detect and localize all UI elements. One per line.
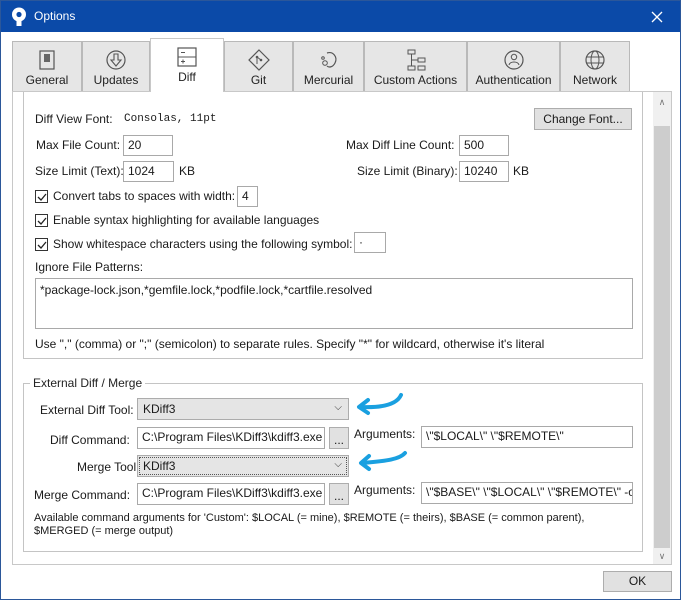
ok-button[interactable]: OK — [603, 571, 672, 592]
diff-icon — [177, 47, 197, 67]
tab-general[interactable]: General — [12, 41, 82, 91]
globe-icon — [585, 50, 605, 70]
sourcetree-logo-icon — [12, 7, 26, 26]
diff-command-label: Diff Command: — [50, 433, 130, 447]
merge-tool-label: Merge Tool: — [77, 460, 140, 474]
arguments-hint-line1: Available command arguments for 'Custom'… — [34, 512, 585, 524]
vertical-scrollbar[interactable]: ∧ ∨ — [653, 92, 671, 564]
tab-updates[interactable]: Updates — [82, 41, 150, 91]
annotation-arrow-icon — [359, 451, 407, 471]
diff-command-input[interactable]: C:\Program Files\KDiff3\kdiff3.exe — [137, 427, 325, 449]
diff-arguments-label: Arguments: — [354, 427, 416, 441]
arguments-hint-line2: $MERGED (= merge output) — [34, 525, 174, 537]
external-diff-tool-select[interactable]: KDiff3 ⌵ — [137, 398, 349, 420]
scroll-down-arrow-icon[interactable]: ∨ — [653, 548, 671, 564]
show-whitespace-label: Show whitespace characters using the fol… — [53, 237, 353, 251]
convert-tabs-checkbox[interactable] — [35, 189, 48, 203]
diff-command-browse-button[interactable]: ... — [329, 427, 349, 449]
merge-arguments-input[interactable]: \"$BASE\" \"$LOCAL\" \"$REMOTE\" -o — [421, 482, 633, 504]
chevron-down-icon: ⌵ — [334, 459, 342, 470]
merge-tool-select[interactable]: KDiff3 ⌵ — [137, 455, 349, 477]
ignore-patterns-hint: Use "," (comma) or ";" (semicolon) to se… — [35, 337, 545, 351]
group-title: External Diff / Merge — [30, 376, 146, 390]
size-limit-text-unit: KB — [179, 164, 196, 178]
diff-view-font-value: Consolas, 11pt — [124, 113, 217, 125]
selected-value: KDiff3 — [143, 459, 176, 473]
size-limit-binary-unit: KB — [513, 164, 530, 178]
mercurial-icon — [320, 52, 336, 68]
diff-settings-panel: Internal Diff View Diff View Font: Conso… — [12, 91, 672, 565]
diff-view-font-label: Diff View Font: — [35, 112, 113, 126]
merge-command-browse-button[interactable]: ... — [329, 483, 349, 505]
external-diff-tool-label: External Diff Tool: — [40, 403, 134, 417]
checkmark-icon — [37, 193, 47, 201]
convert-tabs-label: Convert tabs to spaces with width: — [53, 189, 236, 203]
size-limit-text-input[interactable]: 1024 — [123, 161, 174, 182]
switch-icon — [39, 50, 55, 70]
checkmark-icon — [37, 217, 47, 225]
close-icon — [651, 11, 663, 22]
tab-label: Custom Actions — [373, 73, 458, 87]
change-font-button[interactable]: Change Font... — [534, 108, 632, 130]
chevron-down-icon: ⌵ — [334, 402, 342, 413]
tab-custom-actions[interactable]: Custom Actions — [364, 41, 467, 91]
max-file-count-input[interactable]: 20 — [123, 135, 173, 156]
merge-command-input[interactable]: C:\Program Files\KDiff3\kdiff3.exe — [137, 483, 325, 505]
tab-mercurial[interactable]: Mercurial — [293, 41, 364, 91]
options-window: Options General Updates Diff Git Mercuri… — [0, 0, 681, 600]
tab-label: Updates — [93, 73, 139, 87]
convert-tabs-row: Convert tabs to spaces with width: — [35, 189, 235, 203]
max-diff-line-count-label: Max Diff Line Count: — [346, 138, 455, 152]
merge-arguments-label: Arguments: — [354, 483, 416, 497]
close-button[interactable] — [634, 1, 680, 32]
syntax-highlighting-row: Enable syntax highlighting for available… — [35, 213, 319, 227]
syntax-highlighting-checkbox[interactable] — [35, 213, 48, 227]
tab-label: Diff — [178, 70, 196, 84]
title-bar: Options — [1, 1, 680, 32]
tab-label: Mercurial — [303, 73, 354, 87]
show-whitespace-checkbox[interactable] — [35, 237, 48, 251]
scrollbar-thumb[interactable] — [654, 126, 670, 548]
scroll-up-arrow-icon[interactable]: ∧ — [653, 94, 671, 110]
user-circle-icon — [503, 50, 524, 70]
tab-label: Git — [250, 73, 267, 87]
window-title: Options — [34, 9, 76, 23]
whitespace-symbol-input[interactable]: · — [354, 232, 386, 253]
size-limit-binary-input[interactable]: 10240 — [459, 161, 509, 182]
annotation-arrow-icon — [357, 393, 403, 415]
tab-git[interactable]: Git — [224, 41, 293, 91]
max-file-count-label: Max File Count: — [36, 138, 121, 152]
tab-label: Authentication — [475, 73, 552, 87]
git-icon — [247, 49, 270, 71]
diff-arguments-input[interactable]: \"$LOCAL\" \"$REMOTE\" — [421, 426, 633, 448]
tab-network[interactable]: Network — [560, 41, 630, 91]
group-title: Internal Diff View — [30, 92, 127, 94]
selected-value: KDiff3 — [143, 402, 176, 416]
flowchart-icon — [407, 49, 425, 71]
max-diff-line-count-input[interactable]: 500 — [459, 135, 509, 156]
syntax-highlighting-label: Enable syntax highlighting for available… — [53, 213, 320, 227]
tab-label: General — [25, 73, 69, 87]
show-whitespace-row: Show whitespace characters using the fol… — [35, 237, 352, 251]
tab-diff[interactable]: Diff — [150, 38, 224, 92]
ignore-patterns-textarea[interactable]: *package-lock.json,*gemfile.lock,*podfil… — [35, 278, 633, 329]
download-circle-icon — [106, 50, 126, 70]
ignore-patterns-label: Ignore File Patterns: — [35, 260, 144, 274]
tab-authentication[interactable]: Authentication — [467, 41, 560, 91]
tab-width-input[interactable]: 4 — [237, 186, 258, 207]
checkmark-icon — [37, 241, 47, 249]
size-limit-text-label: Size Limit (Text): — [35, 164, 124, 178]
merge-command-label: Merge Command: — [34, 488, 131, 502]
tab-label: Network — [572, 73, 617, 87]
size-limit-binary-label: Size Limit (Binary): — [357, 164, 458, 178]
